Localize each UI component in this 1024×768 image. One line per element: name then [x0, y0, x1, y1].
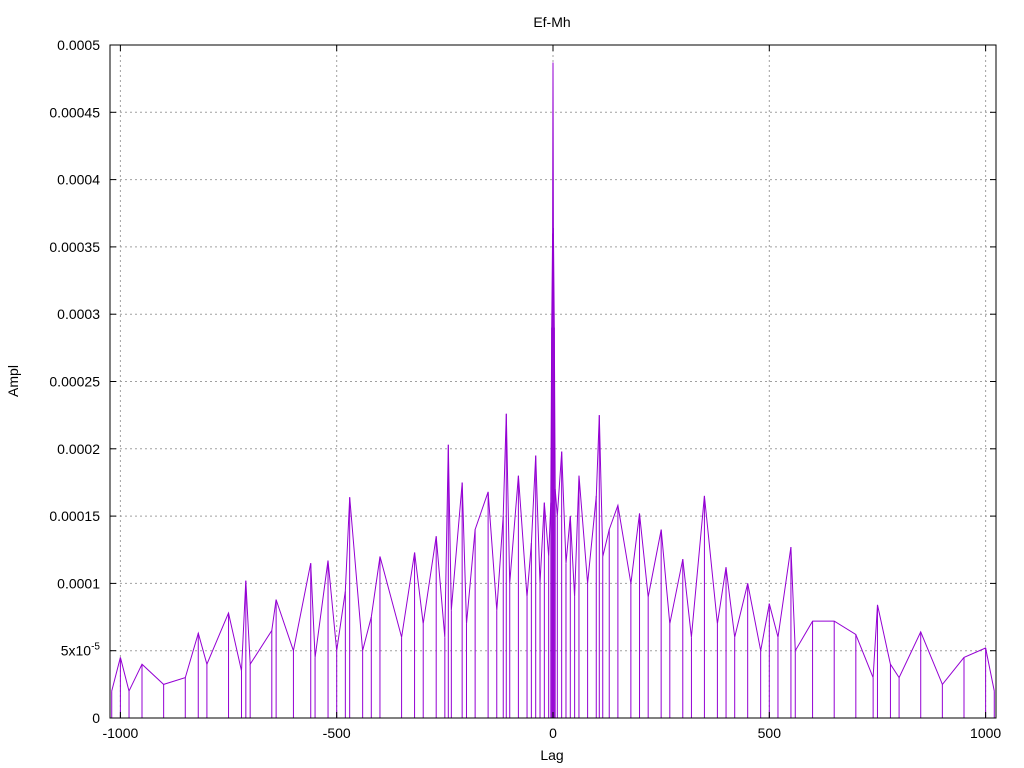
x-tick-label: -500	[323, 725, 351, 741]
y-tick-label: 0	[92, 710, 100, 726]
y-tick-label: 0.00035	[49, 239, 100, 255]
y-tick-label: 0.00045	[49, 104, 100, 120]
x-tick-label: 500	[758, 725, 782, 741]
y-tick-label-exponent: -5	[91, 642, 100, 653]
y-tick-label: 0.0002	[57, 441, 100, 457]
y-tick-label: 5x10-5	[61, 642, 101, 659]
data-layer	[111, 62, 995, 718]
y-tick-label: 0.0005	[57, 37, 100, 53]
y-tick-label: 0.00015	[49, 508, 100, 524]
chart: Ef-Mh 05x10-50.00010.000150.00020.000250…	[5, 14, 1001, 763]
y-tick-label: 0.0001	[57, 575, 100, 591]
y-tick-label: 0.00025	[49, 374, 100, 390]
axes: 0 5x10-5 0.0001 0.00015 0.0002 0.00025 0.0003 0…	[49, 37, 1001, 741]
chart-title: Ef-Mh	[533, 14, 570, 30]
y-tick-label: 0.0003	[57, 306, 100, 322]
x-axis-label: Lag	[540, 747, 563, 763]
y-tick-label: 0.0004	[57, 172, 100, 188]
y-axis-label: Ampl	[5, 365, 21, 397]
x-tick-label: -1000	[102, 725, 138, 741]
x-tick-label: 0	[549, 725, 557, 741]
x-tick-label: 1000	[970, 725, 1001, 741]
